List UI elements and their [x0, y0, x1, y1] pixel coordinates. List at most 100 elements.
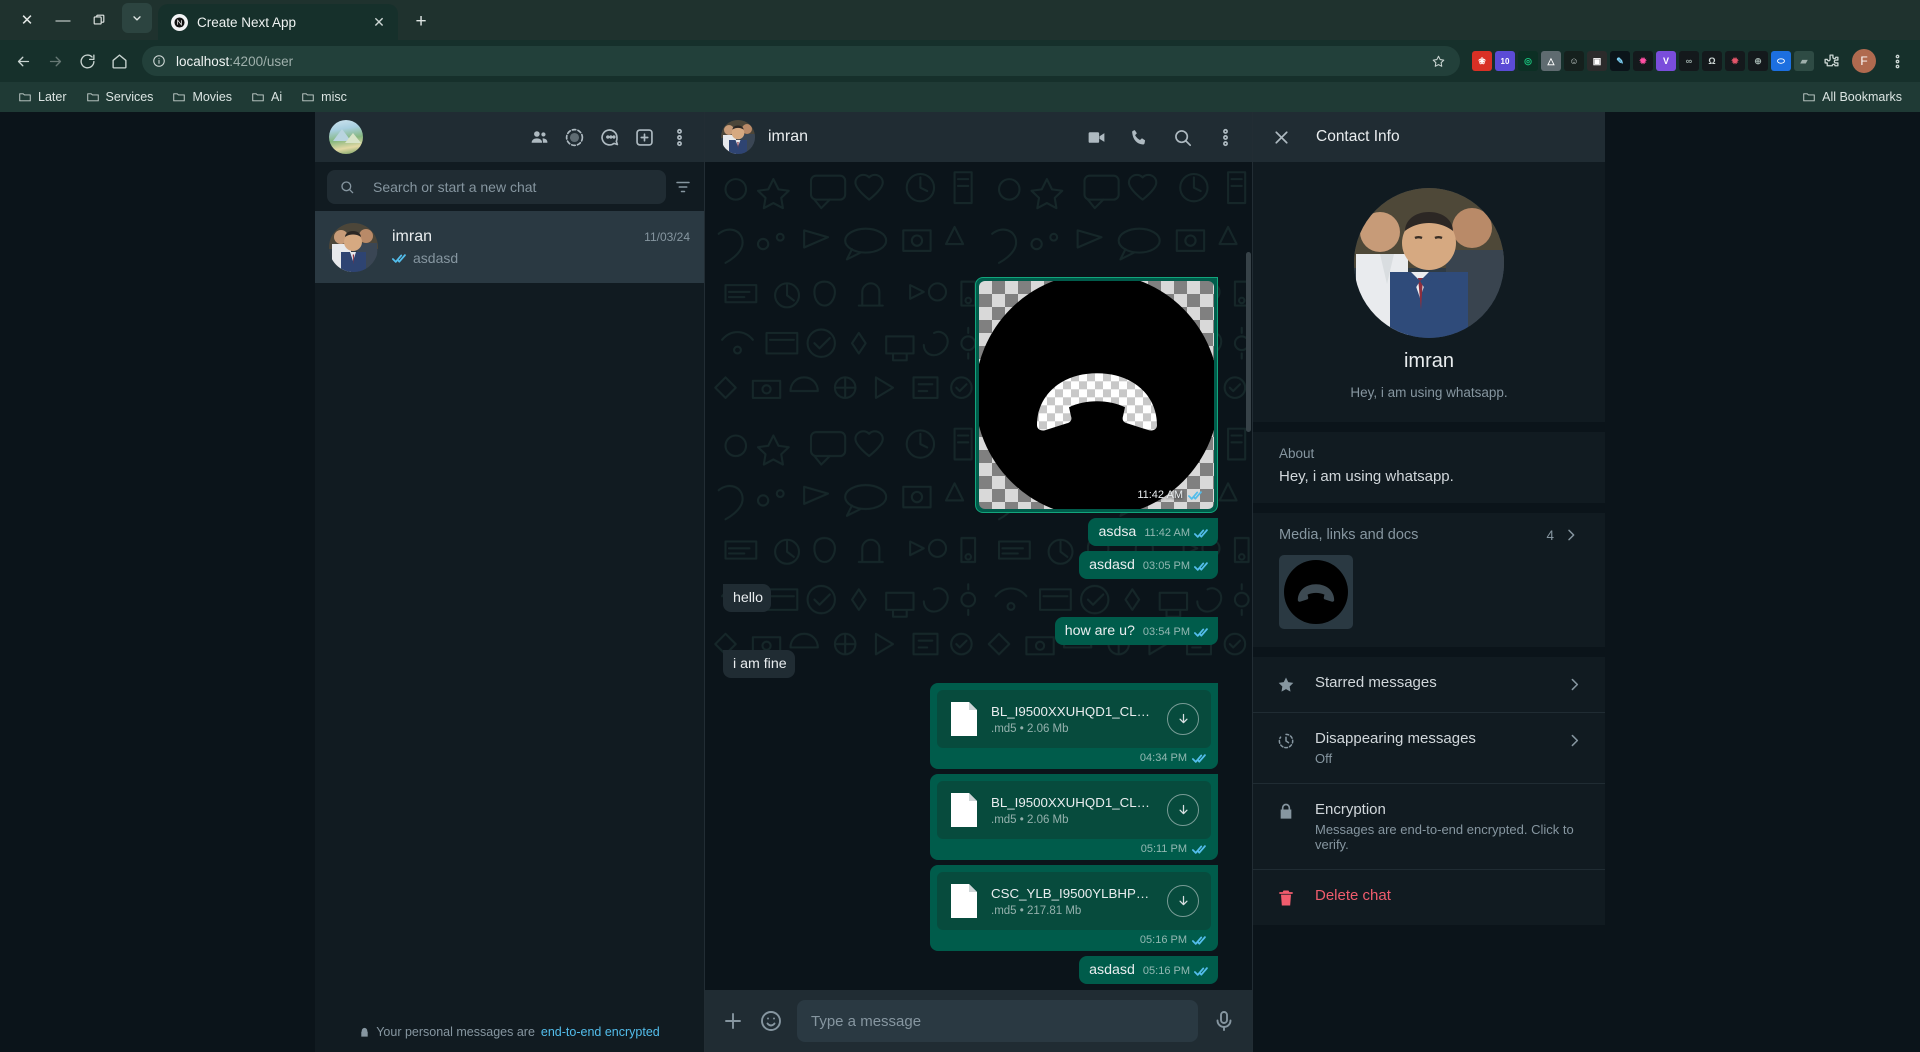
voice-call-icon[interactable]	[1129, 127, 1150, 148]
search-box[interactable]	[327, 170, 666, 204]
download-button[interactable]	[1167, 885, 1199, 917]
search-input[interactable]	[373, 179, 654, 195]
option-starred-messages[interactable]: Starred messages	[1253, 657, 1605, 713]
forward-arrow-icon[interactable]	[40, 46, 70, 76]
tab-close-icon[interactable]: ✕	[370, 14, 388, 31]
message-time: 11:42 AM	[1137, 489, 1183, 501]
chevron-right-icon[interactable]	[1563, 527, 1579, 543]
bookmark-movies[interactable]: Movies	[164, 86, 240, 108]
menu-icon[interactable]	[669, 127, 690, 148]
text-message-bubble[interactable]: asdsa 11:42 AM	[1088, 518, 1218, 546]
video-call-icon[interactable]	[1086, 127, 1107, 148]
plus-icon[interactable]	[721, 1009, 745, 1033]
conversation-avatar[interactable]	[721, 120, 755, 154]
extension-bug-icon[interactable]: ✹	[1725, 51, 1745, 71]
extension-calendar-icon[interactable]: 10	[1495, 51, 1515, 71]
media-block[interactable]: Media, links and docs 4	[1253, 513, 1605, 647]
window-close-button[interactable]: ✕	[10, 3, 44, 37]
message-meta: 05:11 PM	[937, 839, 1211, 857]
extension-target-icon[interactable]: ◎	[1518, 51, 1538, 71]
chevron-right-icon[interactable]	[1566, 674, 1583, 693]
kebab-menu-icon[interactable]	[1882, 46, 1912, 76]
contact-avatar[interactable]	[1354, 188, 1504, 338]
bookmark-misc[interactable]: misc	[293, 86, 355, 108]
status-icon[interactable]	[564, 127, 585, 148]
reload-icon[interactable]	[72, 46, 102, 76]
message-input-wrapper[interactable]	[797, 1000, 1198, 1042]
extension-link-icon[interactable]: ∞	[1679, 51, 1699, 71]
my-profile-avatar[interactable]	[329, 120, 363, 154]
text-message-bubble[interactable]: how are u? 03:54 PM	[1055, 617, 1218, 645]
close-icon[interactable]	[1271, 127, 1292, 148]
download-button[interactable]	[1167, 794, 1199, 826]
extension-gray-icon[interactable]: △	[1541, 51, 1561, 71]
new-chat-icon[interactable]	[634, 127, 655, 148]
image-message-thumbnail[interactable]: 11:42 AM	[979, 281, 1214, 509]
media-header[interactable]: Media, links and docs 4	[1273, 527, 1585, 543]
tab-search-chevron-button[interactable]	[122, 3, 152, 33]
new-tab-button[interactable]: +	[406, 7, 436, 37]
bookmark-ai[interactable]: Ai	[243, 86, 290, 108]
message-text: i am fine	[733, 656, 787, 672]
puzzle-extensions-icon[interactable]	[1816, 46, 1846, 76]
encryption-footer-link[interactable]: end-to-end encrypted	[541, 1025, 660, 1039]
file-message-bubble[interactable]: BL_I9500XXUHQD1_CL6164126... .md5 • 2.06…	[930, 774, 1218, 860]
image-message-bubble[interactable]: 11:42 AM	[975, 277, 1218, 513]
media-thumbnail[interactable]	[1279, 555, 1353, 629]
microphone-icon[interactable]	[1212, 1009, 1236, 1033]
message-input[interactable]	[811, 1013, 1184, 1030]
extension-image-icon[interactable]: ▣	[1587, 51, 1607, 71]
extension-omega-icon[interactable]: Ω	[1702, 51, 1722, 71]
address-bar[interactable]: localhost:4200/user	[142, 46, 1460, 76]
file-message-bubble[interactable]: BL_I9500XXUHQD1_CL6164126... .md5 • 2.06…	[930, 683, 1218, 769]
bookmark-star-icon[interactable]	[1426, 54, 1450, 69]
communities-icon[interactable]	[529, 127, 550, 148]
message-list[interactable]: 11:42 AM asds	[705, 162, 1252, 990]
text-message-bubble[interactable]: asdasd 05:16 PM	[1079, 956, 1218, 984]
back-arrow-icon[interactable]	[8, 46, 38, 76]
channels-icon[interactable]	[599, 127, 620, 148]
extension-starburst-icon[interactable]: ✹	[1633, 51, 1653, 71]
text-message-bubble[interactable]: i am fine	[723, 650, 795, 678]
option-encryption[interactable]: Encryption Messages are end-to-end encry…	[1253, 784, 1605, 870]
url-host: localhost	[176, 54, 229, 69]
text-message-bubble[interactable]: hello	[723, 584, 771, 612]
profile-avatar[interactable]: F	[1852, 49, 1876, 73]
extension-violet-v-icon[interactable]: V	[1656, 51, 1676, 71]
bookmark-later[interactable]: Later	[10, 86, 75, 108]
scrollbar-thumb[interactable]	[1246, 252, 1251, 432]
bookmark-label: misc	[321, 90, 347, 104]
bookmark-services[interactable]: Services	[78, 86, 162, 108]
extension-dark-icon[interactable]: ▰	[1794, 51, 1814, 71]
extension-red-icon[interactable]: ❀	[1472, 51, 1492, 71]
extension-pen-icon[interactable]: ✎	[1610, 51, 1630, 71]
window-minimize-button[interactable]: —	[46, 3, 80, 37]
window-restore-button[interactable]	[82, 3, 116, 37]
file-message-bubble[interactable]: CSC_YLB_I9500YLBHPL1_CL61... .md5 • 217.…	[930, 865, 1218, 951]
browser-tab[interactable]: Create Next App ✕	[158, 4, 398, 40]
download-button[interactable]	[1167, 703, 1199, 735]
site-info-icon[interactable]	[148, 50, 170, 72]
page-viewport: imran 11/03/24 asdasd	[0, 112, 1920, 1052]
tab-strip: ✕ — Create Next App ✕ +	[0, 0, 1920, 40]
contact-info-scroll[interactable]: imran Hey, i am using whatsapp. About He…	[1253, 162, 1605, 1052]
file-card[interactable]: BL_I9500XXUHQD1_CL6164126... .md5 • 2.06…	[937, 690, 1211, 748]
extension-face-icon[interactable]: ☺	[1564, 51, 1584, 71]
text-message-bubble[interactable]: asdasd 03:05 PM	[1079, 551, 1218, 579]
message-scrollbar[interactable]	[1245, 212, 1252, 990]
chat-list-item-imran[interactable]: imran 11/03/24 asdasd	[315, 211, 704, 283]
option-delete-chat[interactable]: Delete chat	[1253, 870, 1605, 925]
chevron-right-icon[interactable]	[1566, 730, 1583, 749]
home-icon[interactable]	[104, 46, 134, 76]
chat-list[interactable]: imran 11/03/24 asdasd	[315, 211, 704, 1012]
file-card[interactable]: BL_I9500XXUHQD1_CL6164126... .md5 • 2.06…	[937, 781, 1211, 839]
extension-globe-icon[interactable]: ⊕	[1748, 51, 1768, 71]
extension-blue-oval-icon[interactable]: ⬭	[1771, 51, 1791, 71]
emoji-icon[interactable]	[759, 1009, 783, 1033]
conversation-search-icon[interactable]	[1172, 127, 1193, 148]
conversation-menu-icon[interactable]	[1215, 127, 1236, 148]
filter-icon[interactable]	[674, 178, 692, 196]
option-disappearing-messages[interactable]: Disappearing messages Off	[1253, 713, 1605, 784]
file-card[interactable]: CSC_YLB_I9500YLBHPL1_CL61... .md5 • 217.…	[937, 872, 1211, 930]
all-bookmarks-button[interactable]: All Bookmarks	[1794, 86, 1910, 108]
